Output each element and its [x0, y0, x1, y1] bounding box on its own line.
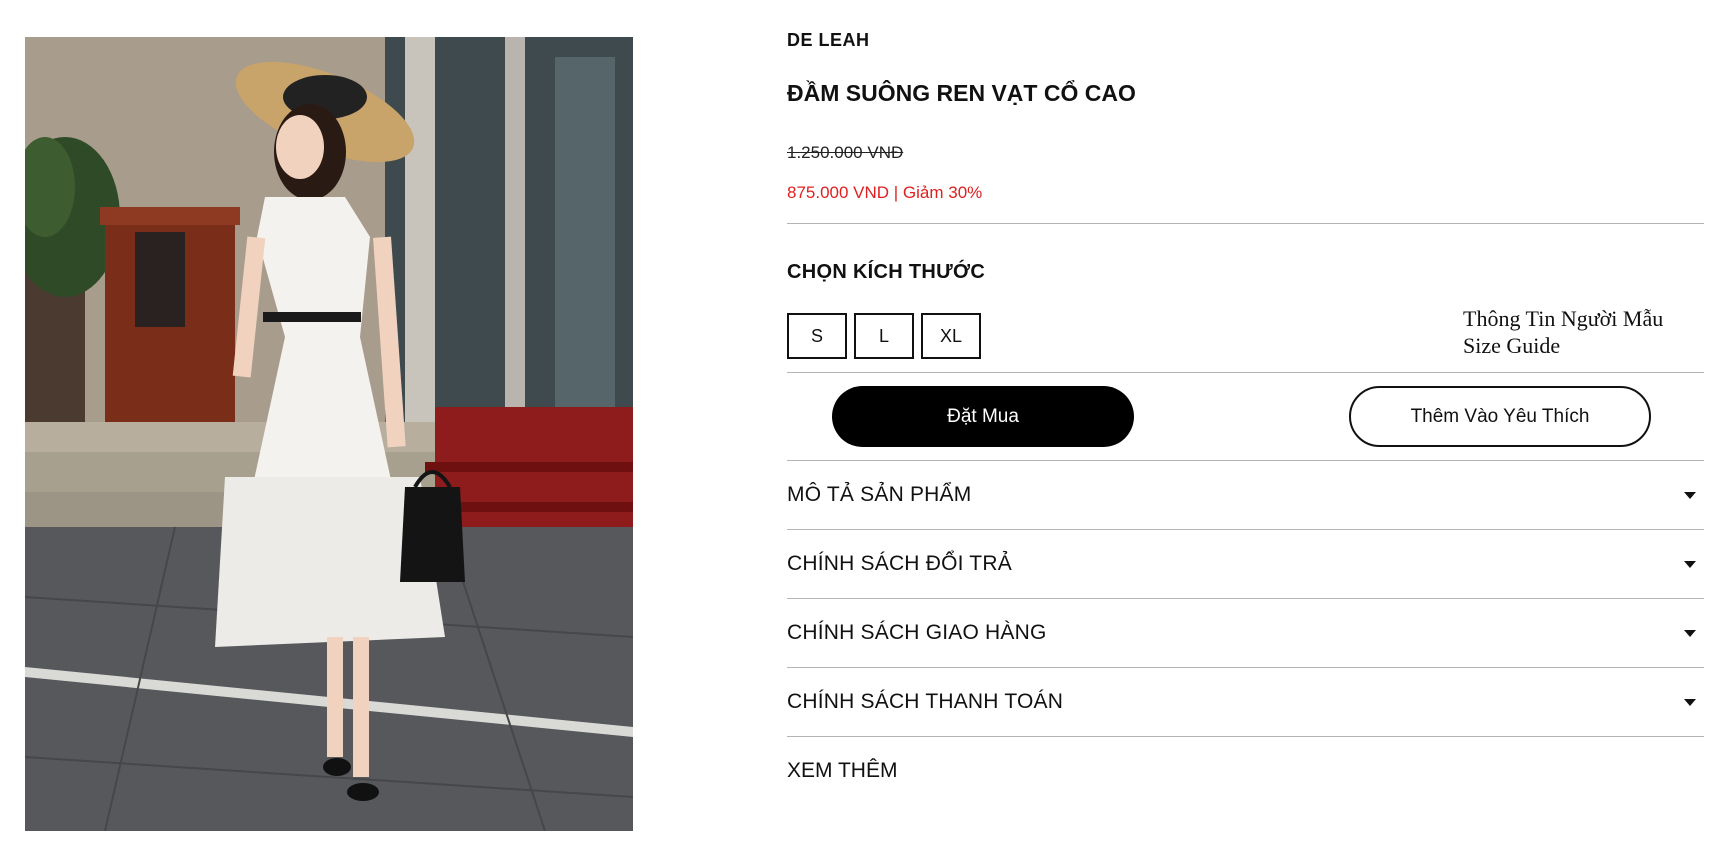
- size-options: S L XL: [787, 313, 981, 359]
- see-more-link[interactable]: XEM THÊM: [787, 759, 897, 783]
- accordion-payment-policy[interactable]: CHÍNH SÁCH THANH TOÁN: [787, 668, 1704, 736]
- buy-button[interactable]: Đặt Mua: [832, 386, 1134, 447]
- divider: [787, 736, 1704, 737]
- size-option-s[interactable]: S: [787, 313, 847, 359]
- divider: [787, 223, 1704, 224]
- caret-down-icon: [1684, 698, 1696, 706]
- size-option-xl[interactable]: XL: [921, 313, 981, 359]
- accordion-label: CHÍNH SÁCH THANH TOÁN: [787, 690, 1064, 713]
- product-title: ĐẦM SUÔNG REN VẠT CỔ CAO: [787, 80, 1136, 106]
- caret-down-icon: [1684, 560, 1696, 568]
- brand-name: DE LEAH: [787, 30, 870, 50]
- sale-price: 875.000 VND | Giảm 30%: [787, 183, 983, 202]
- accordion-label: MÔ TẢ SẢN PHẨM: [787, 483, 972, 506]
- accordion-return-policy[interactable]: CHÍNH SÁCH ĐỔI TRẢ: [787, 530, 1704, 598]
- original-price: 1.250.000 VNĐ: [787, 143, 904, 162]
- size-links: Thông Tin Người Mẫu Size Guide: [1463, 305, 1663, 359]
- size-heading: CHỌN KÍCH THƯỚC: [787, 261, 986, 283]
- divider: [787, 372, 1704, 373]
- caret-down-icon: [1684, 491, 1696, 499]
- product-image[interactable]: [25, 37, 633, 831]
- size-option-l[interactable]: L: [854, 313, 914, 359]
- accordion-label: CHÍNH SÁCH GIAO HÀNG: [787, 621, 1047, 644]
- accordion-product-description[interactable]: MÔ TẢ SẢN PHẨM: [787, 461, 1704, 529]
- accordion-shipping-policy[interactable]: CHÍNH SÁCH GIAO HÀNG: [787, 599, 1704, 667]
- model-info-link[interactable]: Thông Tin Người Mẫu: [1463, 305, 1663, 332]
- add-to-favorites-button[interactable]: Thêm Vào Yêu Thích: [1349, 386, 1651, 447]
- product-page: DE LEAH ĐẦM SUÔNG REN VẠT CỔ CAO 1.250.0…: [0, 0, 1726, 862]
- product-details: DE LEAH ĐẦM SUÔNG REN VẠT CỔ CAO 1.250.0…: [787, 0, 1704, 862]
- accordion-label: CHÍNH SÁCH ĐỔI TRẢ: [787, 552, 1012, 575]
- size-guide-link[interactable]: Size Guide: [1463, 332, 1663, 359]
- caret-down-icon: [1684, 629, 1696, 637]
